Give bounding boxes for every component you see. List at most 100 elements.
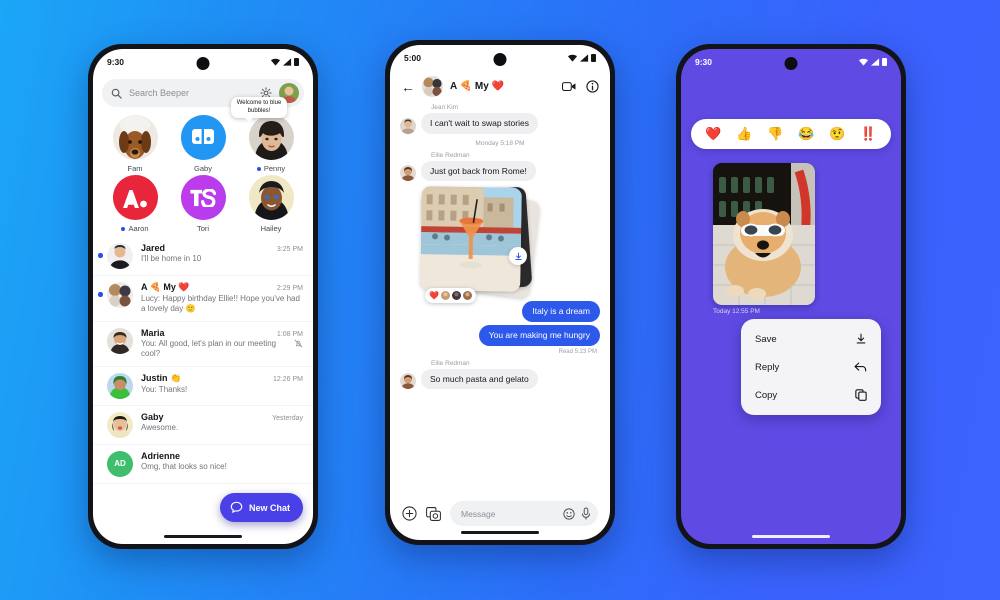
battery-icon xyxy=(882,58,887,66)
chat-list-item[interactable]: Maria 1:08 PM You: All good, let's plan … xyxy=(93,322,313,367)
pinned-contact-hailey[interactable]: Hailey xyxy=(237,175,305,233)
home-indicator xyxy=(752,535,830,538)
status-icons xyxy=(271,58,299,66)
chat-content: Maria 1:08 PM You: All good, let's plan … xyxy=(141,328,303,360)
info-icon[interactable] xyxy=(586,80,599,93)
group-avatar xyxy=(107,282,133,308)
contact-name-row: Fam xyxy=(128,164,143,173)
message-input-field[interactable]: Message xyxy=(450,501,598,526)
dog-photo-attachment[interactable] xyxy=(713,163,815,305)
avatar xyxy=(248,175,294,220)
jared-avatar-art xyxy=(107,243,133,269)
emoji-icon[interactable] xyxy=(563,507,575,520)
reactor-avatar xyxy=(451,291,461,301)
group-avatar[interactable] xyxy=(422,76,443,97)
tori-monogram-icon xyxy=(190,188,216,207)
new-chat-button[interactable]: New Chat xyxy=(219,493,303,522)
phone2-status-bar: 5:00 xyxy=(390,45,610,71)
message-sender: Jean Kim xyxy=(431,104,459,111)
phone-mockup-reactions: 9:30 ❤️ 👍 👎 😂 🤨 ‼️ Today 12:55 PM Save R… xyxy=(676,44,906,549)
pinned-contact-gaby[interactable]: Gaby xyxy=(169,115,237,173)
reaction-thumbs-up[interactable]: 👍 xyxy=(736,126,752,142)
contact-name-row: Hailey xyxy=(261,224,282,233)
chat-preview: Lucy: Happy birthday Ellie!! Hope you've… xyxy=(141,294,300,314)
chat-list-item[interactable]: A 🍕 My ❤️ 2:29 PM Lucy: Happy birthday E… xyxy=(93,276,313,322)
message-sender: Ellie Redman xyxy=(431,359,470,367)
chat-list: Jared 3:25 PM I'll be home in 10 A 🍕 My … xyxy=(93,237,313,488)
chat-time: 12:26 PM xyxy=(273,375,303,383)
pinned-contact-fam[interactable]: Fam xyxy=(101,115,169,173)
pinned-contact-aaron[interactable]: Aaron xyxy=(101,175,169,233)
reaction-laughing[interactable]: 😂 xyxy=(798,126,814,142)
message-bubble[interactable]: I can't wait to swap stories xyxy=(421,113,538,134)
photo-reaction-badge[interactable]: ❤️ xyxy=(425,288,476,304)
contact-name-row: Gaby xyxy=(194,164,212,173)
reactor-avatar xyxy=(440,291,450,301)
message-input-bar: Message xyxy=(390,501,610,526)
context-menu-item-save[interactable]: Save xyxy=(741,325,881,353)
beeper-logo-icon xyxy=(192,128,214,144)
avatar-initials-text: AD xyxy=(114,459,126,469)
photo-attachment-stack[interactable]: ❤️ xyxy=(420,185,541,304)
search-placeholder: Search Beeper xyxy=(129,88,190,98)
chat-time: 2:29 PM xyxy=(276,285,303,292)
message-bubble[interactable]: So much pasta and gelato xyxy=(421,368,538,390)
reactor-avatar-art xyxy=(462,291,472,301)
read-receipt: Read 5:23 PM xyxy=(558,348,597,355)
context-menu-item-reply[interactable]: Reply xyxy=(741,353,881,381)
battery-icon xyxy=(591,54,596,62)
group-avatar-art xyxy=(107,282,133,308)
chat-content: Adrienne Omg, that looks so nice! xyxy=(141,451,303,472)
contact-name: Fam xyxy=(127,164,143,173)
context-menu: Save Reply Copy xyxy=(741,319,881,415)
phone-mockup-conversation: 5:00 ← A 🍕 My ❤️ Jean Kim I can't wait t… xyxy=(385,40,615,545)
reaction-heart[interactable]: ❤️ xyxy=(705,126,721,142)
reaction-thumbs-down[interactable]: 👎 xyxy=(767,126,783,142)
message-bubble-outgoing[interactable]: You are making me hungry xyxy=(478,324,600,346)
phone3-status-bar: 9:30 xyxy=(681,49,901,75)
wifi-icon xyxy=(859,58,868,66)
chat-top-row: Adrienne xyxy=(141,451,303,461)
chat-preview-text: You: All good, let's plan in our meeting… xyxy=(141,338,277,359)
chat-time: 1:08 PM xyxy=(276,330,303,338)
photo-card-front xyxy=(420,186,522,293)
reaction-skeptical[interactable]: 🤨 xyxy=(829,126,845,142)
chat-list-item[interactable]: Gaby Yesterday Awesome. xyxy=(93,406,313,445)
chat-preview: I'll be home in 10 xyxy=(141,254,202,263)
back-arrow-icon[interactable]: ← xyxy=(401,80,415,94)
status-icons xyxy=(859,58,887,66)
conversation-header: ← A 🍕 My ❤️ xyxy=(390,71,610,104)
save-label: Save xyxy=(755,333,777,345)
chat-name: Jared xyxy=(141,243,166,253)
pinned-contact-penny[interactable]: Welcome to blue bubbles! Penny xyxy=(231,97,305,173)
phone-mockup-chat-list: 9:30 Search Beeper Fam Gaby Welcome to b… xyxy=(88,44,318,549)
message-bubble[interactable]: Just got back from Rome! xyxy=(421,160,536,182)
gallery-camera-icon[interactable] xyxy=(426,506,441,521)
reaction-exclamation[interactable]: ‼️ xyxy=(860,126,876,142)
ellie-redman-avatar-art xyxy=(400,373,416,390)
group-avatar-art xyxy=(422,76,443,97)
wifi-icon xyxy=(568,54,577,62)
contact-name: Gaby xyxy=(194,164,212,173)
microphone-icon[interactable] xyxy=(581,507,591,520)
chat-list-item[interactable]: Justin 👏 12:26 PM You: Thanks! xyxy=(93,367,313,406)
camera-punch-hole xyxy=(196,57,210,70)
chat-list-item[interactable]: Jared 3:25 PM I'll be home in 10 xyxy=(93,237,313,276)
chat-list-item[interactable]: AD Adrienne Omg, that looks so nice! xyxy=(93,445,313,484)
status-time: 9:30 xyxy=(695,57,713,67)
justin-avatar-art xyxy=(107,372,133,399)
chat-top-row: A 🍕 My ❤️ 2:29 PM xyxy=(141,282,303,293)
message-bubble-outgoing[interactable]: Italy is a dream xyxy=(522,301,600,322)
reply-arrow-icon xyxy=(854,362,867,372)
reaction-picker-bar: ❤️ 👍 👎 😂 🤨 ‼️ xyxy=(691,119,891,149)
video-call-icon[interactable] xyxy=(562,81,576,92)
chat-preview: Omg, that looks so nice! xyxy=(141,461,227,471)
context-menu-item-copy[interactable]: Copy xyxy=(741,381,881,409)
plus-icon[interactable] xyxy=(402,506,417,521)
chat-top-row: Justin 👏 12:26 PM xyxy=(141,373,303,384)
avatar xyxy=(112,115,158,160)
battery-icon xyxy=(294,58,299,66)
chat-name: Maria xyxy=(141,327,165,338)
signal-icon xyxy=(282,58,291,66)
pinned-contact-tori[interactable]: Tori xyxy=(169,175,237,233)
